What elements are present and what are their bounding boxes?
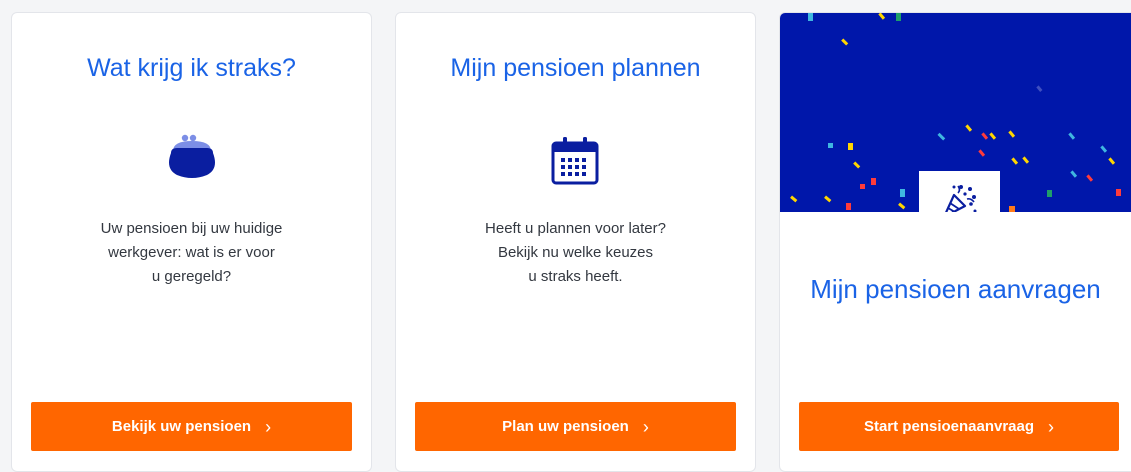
chevron-right-icon: › xyxy=(265,416,272,437)
card-description: Heeft u plannen voor later? Bekijk nu we… xyxy=(485,220,666,285)
card-title: Mijn pensioen plannen xyxy=(450,54,701,82)
coin-purse-icon xyxy=(167,133,217,188)
card-title: Wat krijg ik straks? xyxy=(87,54,296,82)
plan-pension-button[interactable]: Plan uw pensioen › xyxy=(415,402,736,451)
chevron-right-icon: › xyxy=(1048,416,1055,437)
pension-planning-card: Mijn pensioen plannen Heeft u plannen vo… xyxy=(395,12,756,472)
view-pension-button[interactable]: Bekijk uw pensioen › xyxy=(31,402,352,451)
card-title: Mijn pensioen aanvragen xyxy=(810,274,1101,304)
calendar-icon xyxy=(550,136,600,191)
pension-application-card: Mijn pensioen aanvragen Start pensioenaa… xyxy=(779,12,1131,472)
pension-overview-card: Wat krijg ik straks? Uw pensioen bij uw … xyxy=(11,12,372,472)
start-pension-application-button[interactable]: Start pensioenaanvraag › xyxy=(799,402,1119,451)
confetti-banner xyxy=(780,13,1131,212)
party-popper-badge xyxy=(919,171,1000,212)
chevron-right-icon: › xyxy=(642,416,649,437)
party-popper-icon xyxy=(945,185,977,212)
card-description: Uw pensioen bij uw huidige werkgever: wa… xyxy=(100,220,283,285)
